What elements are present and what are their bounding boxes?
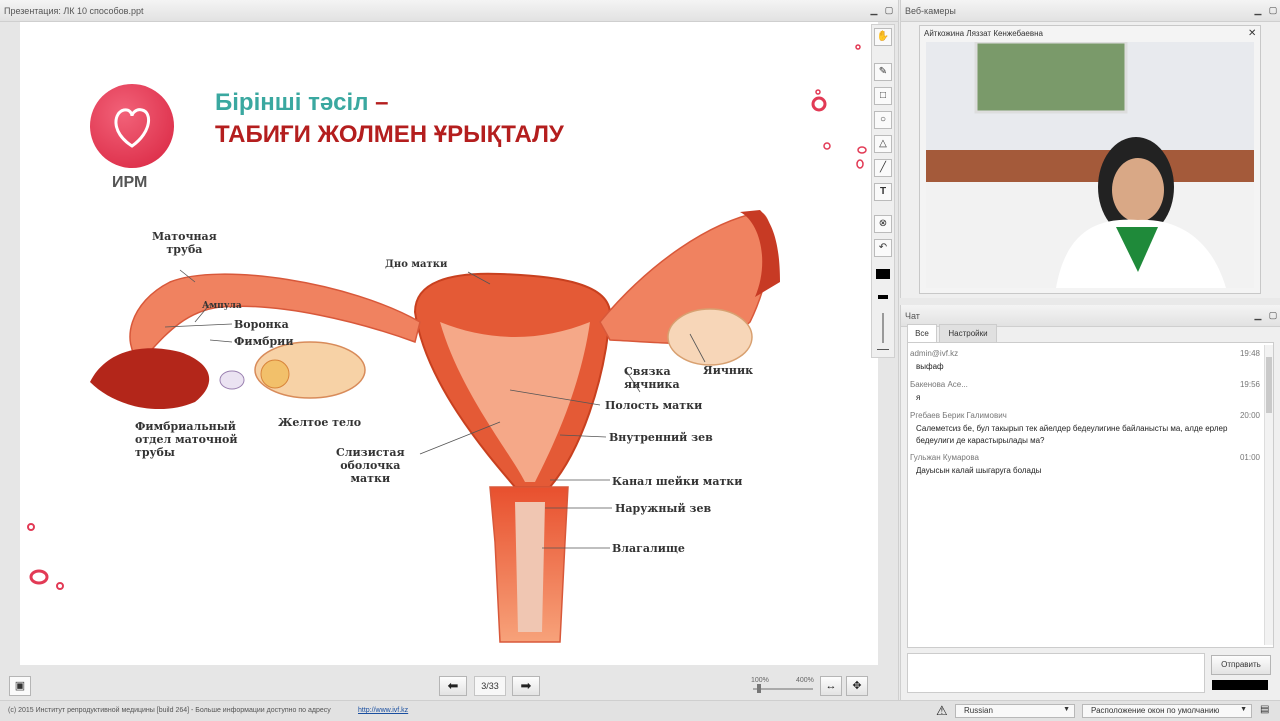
stroke-size[interactable] xyxy=(878,295,888,299)
size-slider-line xyxy=(877,349,889,350)
chat-text: Салеметсиз бе, бул такырып тек айелдер б… xyxy=(916,424,1228,445)
presenter-name: Айткожина Ляззат Кенжебаевна xyxy=(924,29,1043,38)
label-svyazka: Связка яичника xyxy=(624,365,680,391)
text-tool-icon[interactable]: T xyxy=(874,183,892,201)
language-value: Russian xyxy=(964,706,993,715)
webcam-frame-icon xyxy=(926,42,1254,288)
chat-messages: admin@ivf.kz 19:48 выфаф Бакенова Асе...… xyxy=(907,342,1274,648)
label-vlagalische: Влагалище xyxy=(612,542,685,555)
chat-tab-settings[interactable]: Настройки xyxy=(939,324,997,342)
chat-panel: Чат ▁ ▢ Все Настройки admin@ivf.kz 19:48… xyxy=(900,305,1280,700)
size-slider[interactable] xyxy=(882,313,884,343)
page-thumb-icon[interactable]: ▣ xyxy=(9,676,31,696)
undo-icon[interactable]: ↶ xyxy=(874,239,892,257)
chat-scrollbar-thumb[interactable] xyxy=(1266,357,1272,413)
chat-scrollbar[interactable] xyxy=(1264,345,1273,645)
chat-color-swatch[interactable] xyxy=(1212,680,1268,690)
chat-text: выфаф xyxy=(916,362,944,371)
webcams-maximize-icon[interactable]: ▢ xyxy=(1268,5,1278,15)
minimize-icon[interactable]: ▁ xyxy=(869,5,879,15)
label-kanal: Канал шейки матки xyxy=(612,475,743,488)
chat-author: Гульжан Кумарова xyxy=(910,453,979,462)
webcams-minimize-icon[interactable]: ▁ xyxy=(1253,5,1263,15)
label-naruzhny-zev: Наружный зев xyxy=(615,502,712,515)
next-slide-button[interactable]: ➡ xyxy=(512,676,540,696)
chat-message: Бакенова Асе... 19:56 я xyxy=(910,380,1260,404)
zoom-max-label: 400% xyxy=(796,677,814,684)
triangle-tool-icon[interactable]: △ xyxy=(874,135,892,153)
label-zheltoe-telo: Желтое тело xyxy=(278,416,362,429)
chat-text: Дауысын калай шыгаруга болады xyxy=(916,466,1042,475)
label-slizistaya: Слизистая оболочка матки xyxy=(336,446,405,485)
chat-input[interactable] xyxy=(907,653,1205,693)
chevron-down-icon: ▼ xyxy=(1240,706,1247,713)
warning-icon[interactable]: ⚠ xyxy=(936,703,948,719)
chat-message: admin@ivf.kz 19:48 выфаф xyxy=(910,349,1260,373)
status-bar: (c) 2015 Институт репродуктивной медицин… xyxy=(0,700,1280,721)
layout-select[interactable]: Расположение окон по умолчанию ▼ xyxy=(1082,704,1252,718)
zoom-slider-thumb[interactable] xyxy=(757,684,761,693)
webcam-video xyxy=(926,42,1254,288)
label-dno-matki: Дно матки xyxy=(385,259,448,270)
fit-width-icon[interactable]: ↔ xyxy=(820,676,842,696)
language-select[interactable]: Russian ▼ xyxy=(955,704,1075,718)
webcams-title: Веб-камеры xyxy=(901,0,1280,22)
label-matochnaya-truba: Маточная труба xyxy=(152,230,217,256)
zoom-slider[interactable] xyxy=(753,688,813,690)
clear-icon[interactable]: ⊗ xyxy=(874,215,892,233)
layout-value: Расположение окон по умолчанию xyxy=(1091,706,1220,715)
webcam-close-icon[interactable]: ✕ xyxy=(1248,28,1256,39)
webcam-window: Айткожина Ляззат Кенжебаевна ✕ xyxy=(919,25,1261,294)
chat-text: я xyxy=(916,393,921,402)
webcams-panel: Веб-камеры ▁ ▢ Айткожина Ляззат Кенжебае… xyxy=(900,0,1280,298)
page-indicator: 3/33 xyxy=(474,676,506,696)
chat-time: 19:48 xyxy=(1239,349,1260,358)
chat-minimize-icon[interactable]: ▁ xyxy=(1253,310,1263,320)
prev-slide-button[interactable]: ⬅ xyxy=(439,676,467,696)
color-swatch[interactable] xyxy=(876,269,890,279)
chat-author: admin@ivf.kz xyxy=(910,349,959,358)
uterus-illustration xyxy=(90,210,780,643)
presentation-panel: Презентация: ЛК 10 способов.ppt ▁ ▢ ИРМ … xyxy=(0,0,899,700)
chat-message: Ргебаев Берик Галимович 20:00 Салеметсиз… xyxy=(910,411,1260,447)
ellipse-tool-icon[interactable]: ○ xyxy=(874,111,892,129)
chat-time: 01:00 xyxy=(1239,453,1260,462)
site-link[interactable]: http://www.ivf.kz xyxy=(358,707,408,714)
chat-maximize-icon[interactable]: ▢ xyxy=(1268,310,1278,320)
chevron-down-icon: ▼ xyxy=(1063,706,1070,713)
pencil-tool-icon[interactable]: ✎ xyxy=(874,63,892,81)
chat-tab-all[interactable]: Все xyxy=(907,324,937,342)
label-ampula: Ампула xyxy=(202,301,242,311)
maximize-icon[interactable]: ▢ xyxy=(884,5,894,15)
lock-icon[interactable]: ▤ xyxy=(1260,704,1269,715)
rectangle-tool-icon[interactable]: □ xyxy=(874,87,892,105)
chat-author: Бакенова Асе... xyxy=(910,380,968,389)
label-fimbrii: Фимбрии xyxy=(234,335,294,348)
zoom-min-label: 100% xyxy=(751,677,769,684)
chat-time: 19:56 xyxy=(1239,380,1260,389)
line-tool-icon[interactable]: ╱ xyxy=(874,159,892,177)
chat-message: Гульжан Кумарова 01:00 Дауысын калай шыг… xyxy=(910,453,1260,477)
label-fimbrialny: Фимбриальный отдел маточной трубы xyxy=(135,420,238,459)
chat-author: Ргебаев Берик Галимович xyxy=(910,411,1007,420)
label-vnutrenniy-zev: Внутренний зев xyxy=(609,431,713,444)
label-polost: Полость матки xyxy=(605,399,703,412)
drawing-toolbar: ✋ ✎ □ ○ △ ╱ T ⊗ ↶ xyxy=(871,24,895,358)
hand-tool-icon[interactable]: ✋ xyxy=(874,28,892,46)
label-yaichnik: Яичник xyxy=(703,364,754,377)
label-voronka: Воронка xyxy=(234,318,289,331)
chat-time: 20:00 xyxy=(1239,411,1260,420)
copyright-text: (c) 2015 Институт репродуктивной медицин… xyxy=(8,707,331,714)
send-button[interactable]: Отправить xyxy=(1211,655,1271,675)
slide-canvas: ИРМ Бірінші тәсіл – ТАБИҒИ ЖОЛМЕН ҰРЫҚТА… xyxy=(20,22,878,665)
presentation-title: Презентация: ЛК 10 способов.ppt xyxy=(0,0,898,22)
pan-icon[interactable]: ✥ xyxy=(846,676,868,696)
